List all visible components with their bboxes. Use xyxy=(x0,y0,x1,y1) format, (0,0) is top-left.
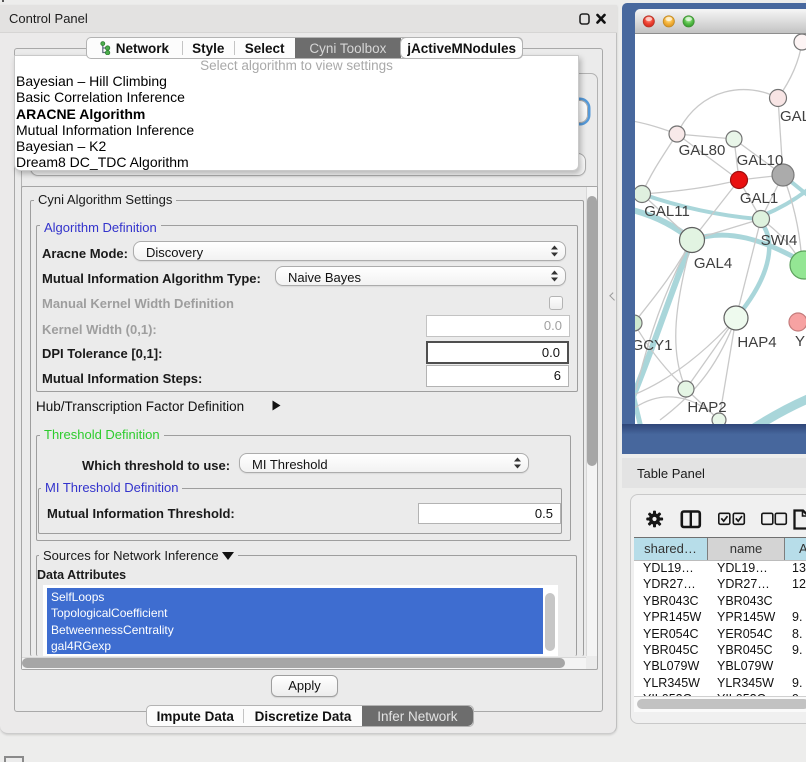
svg-text:HAP2: HAP2 xyxy=(687,399,726,416)
svg-text:GAL80: GAL80 xyxy=(679,142,726,159)
svg-text:HAP4: HAP4 xyxy=(737,334,776,351)
svg-text:GAL10: GAL10 xyxy=(737,152,784,169)
svg-text:SWI4: SWI4 xyxy=(761,232,798,249)
svg-text:GAL2: GAL2 xyxy=(780,108,806,125)
svg-text:GAL4: GAL4 xyxy=(694,255,732,272)
svg-text:GCY1: GCY1 xyxy=(635,337,672,354)
svg-text:Y: Y xyxy=(795,333,805,350)
svg-text:GAL11: GAL11 xyxy=(644,203,690,220)
svg-text:GAL1: GAL1 xyxy=(740,190,778,207)
